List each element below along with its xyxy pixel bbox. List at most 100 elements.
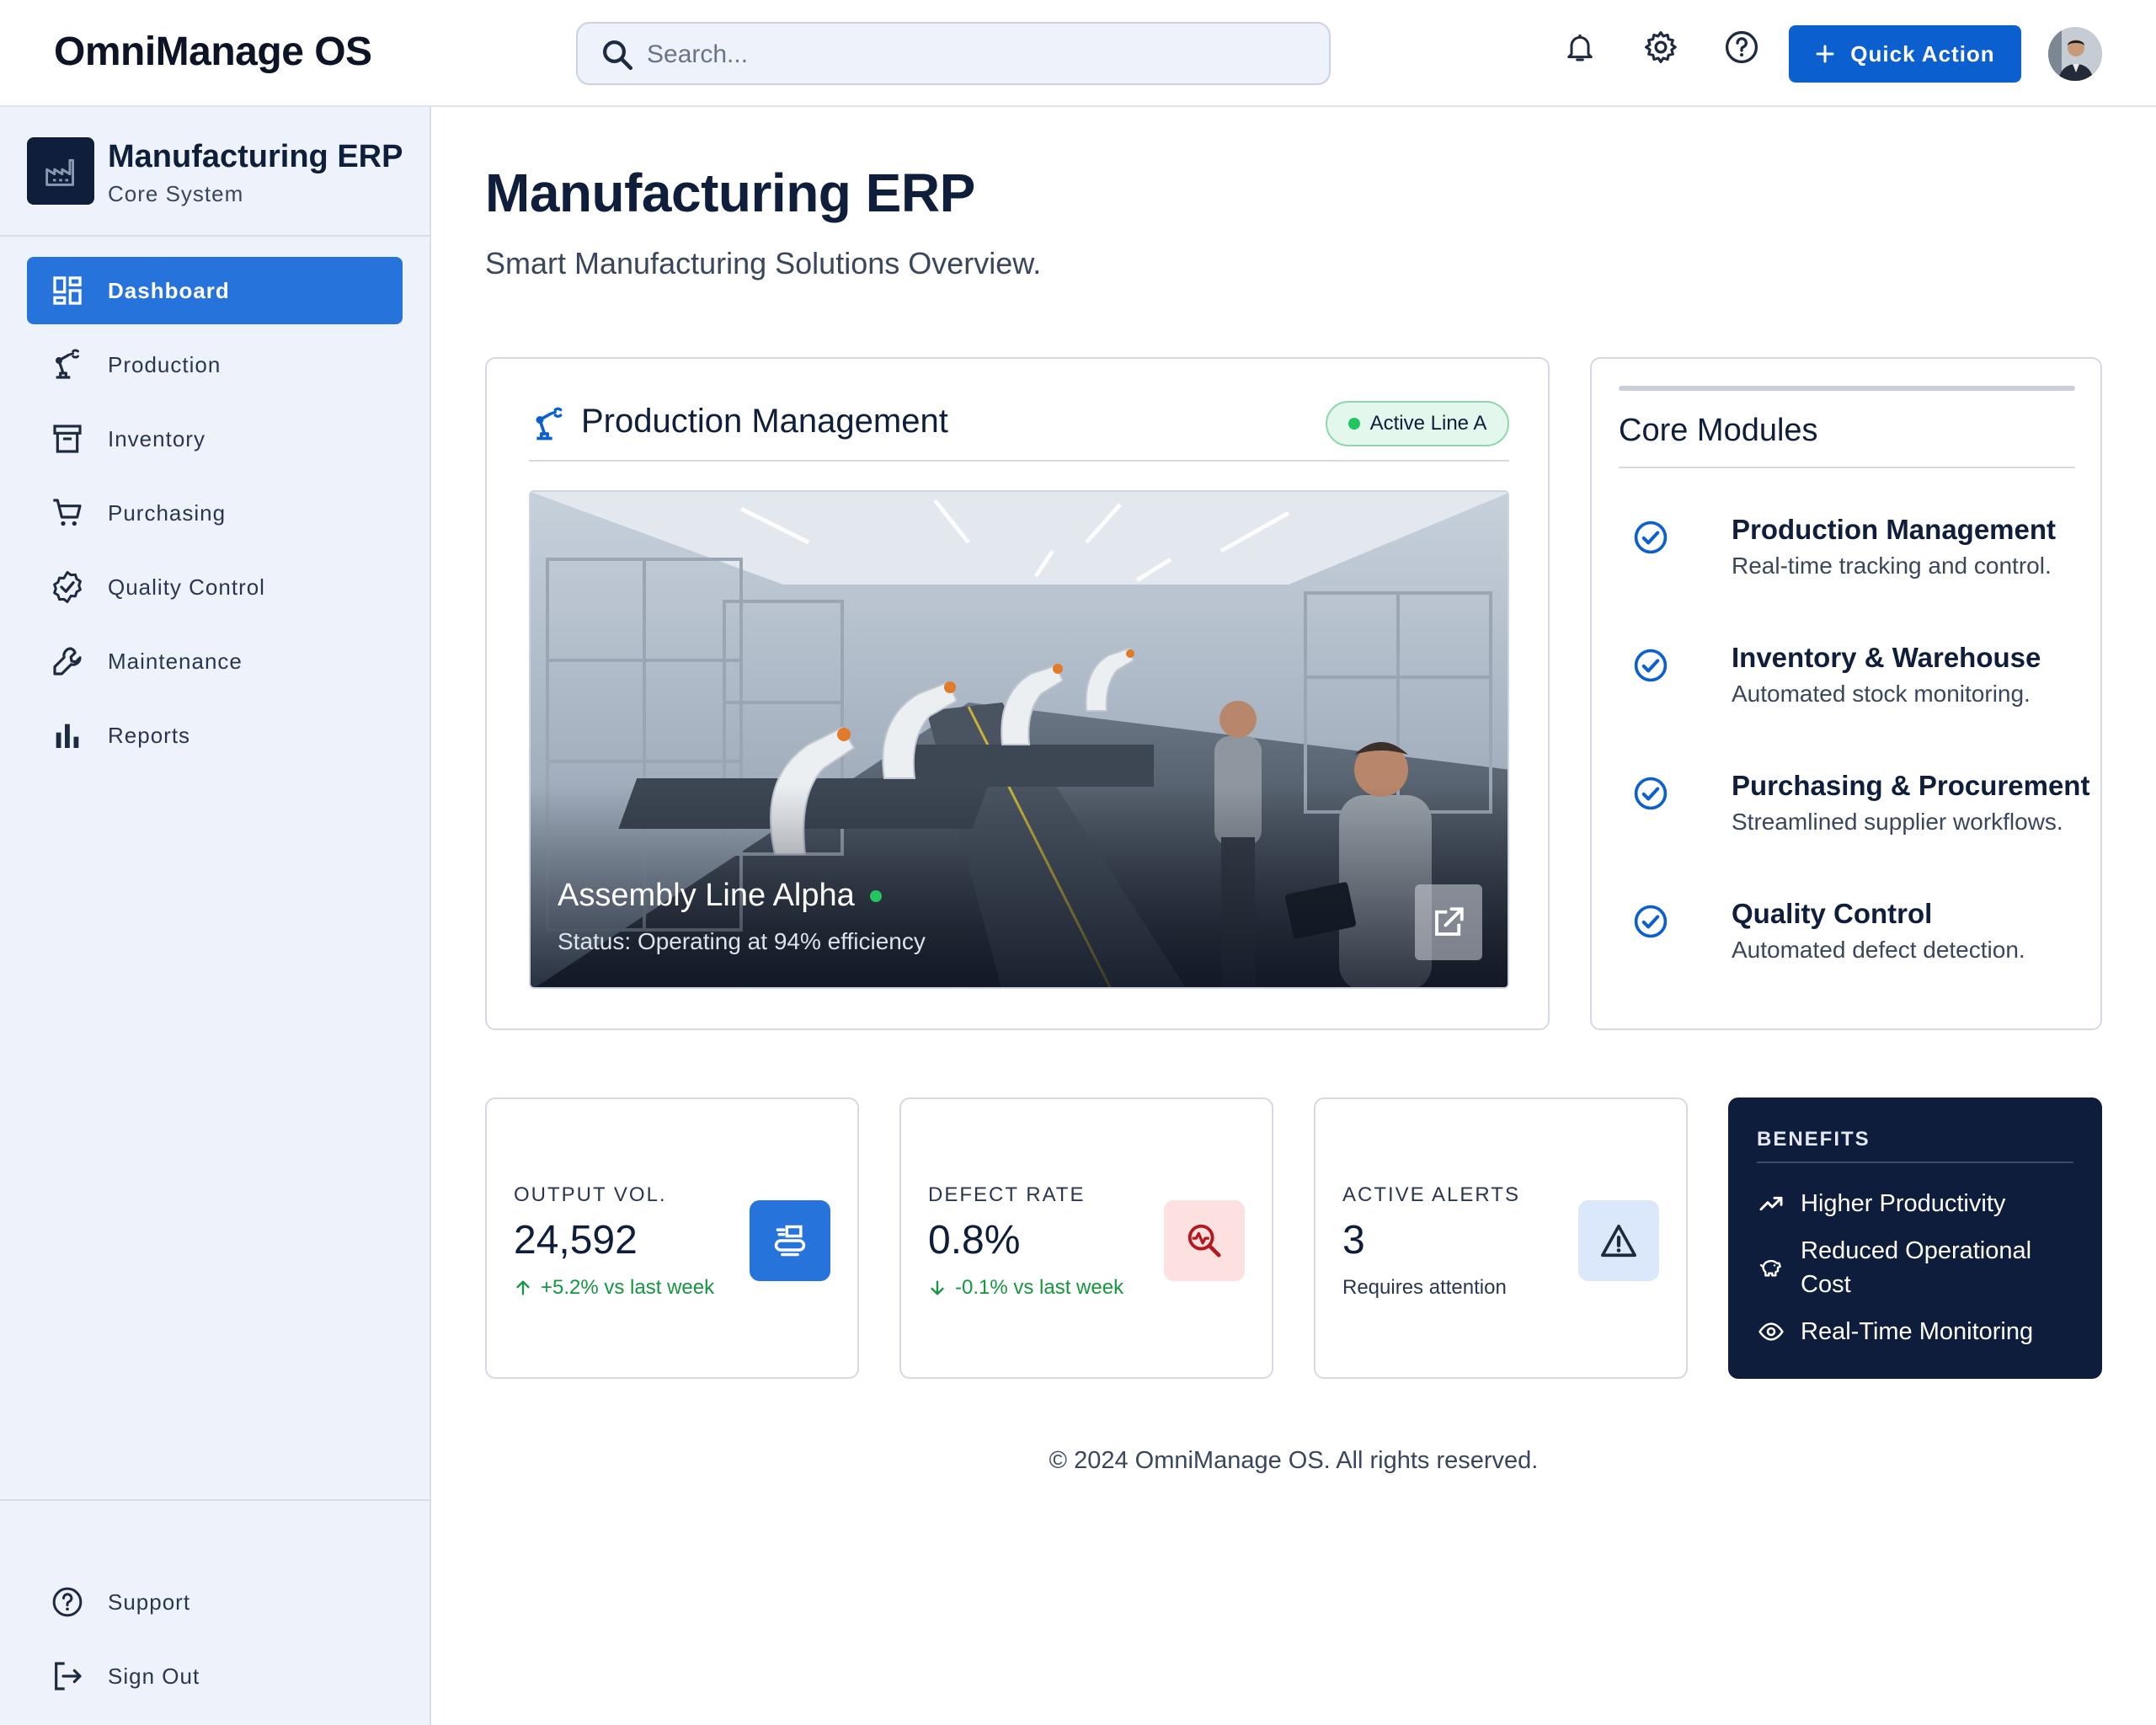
sidebar-header: Manufacturing ERP Core System xyxy=(0,107,430,237)
module-description: Automated stock monitoring. xyxy=(1732,681,2031,707)
factory-icon xyxy=(45,158,74,186)
warning-icon xyxy=(1601,1224,1636,1258)
sidebar-item-production[interactable]: Production xyxy=(27,331,403,398)
sidebar-item-label: Inventory xyxy=(108,425,205,451)
top-bar: OmniManage OS Quick Action xyxy=(0,0,2156,107)
stat-card-active-alerts: ACTIVE ALERTS 3 Requires attention xyxy=(1314,1097,1688,1379)
sidebar-item-label: Production xyxy=(108,351,221,377)
search-input[interactable] xyxy=(647,34,1304,76)
settings-button[interactable] xyxy=(1641,27,1681,67)
module-description: Automated defect detection. xyxy=(1732,937,2025,963)
check-circle-icon xyxy=(1634,649,1668,682)
brand-logo[interactable]: OmniManage OS xyxy=(54,29,372,75)
bell-icon xyxy=(1567,35,1593,61)
verified-badge-icon xyxy=(53,571,82,603)
trending-up-icon xyxy=(1759,1196,1783,1211)
quick-action-button[interactable]: Quick Action xyxy=(1789,25,2021,83)
user-avatar[interactable] xyxy=(2048,27,2102,81)
logout-icon xyxy=(55,1662,82,1690)
stat-label: ACTIVE ALERTS xyxy=(1342,1183,1520,1206)
benefit-label: Reduced Operational Cost xyxy=(1801,1237,2032,1298)
sidebar-item-maintenance[interactable]: Maintenance xyxy=(27,628,403,695)
sidebar-item-label: Purchasing xyxy=(108,499,227,526)
sidebar-item-support[interactable]: Support xyxy=(27,1568,403,1636)
sidebar-item-label: Sign Out xyxy=(108,1663,200,1689)
line-status: Status: Operating at 94% efficiency xyxy=(558,928,926,954)
open-external-button[interactable] xyxy=(1415,884,1482,960)
stat-change: -0.1% vs last week xyxy=(928,1276,1123,1300)
stat-change-text: -0.1% vs last week xyxy=(955,1276,1124,1299)
stat-label: DEFECT RATE xyxy=(928,1183,1086,1206)
arrow-down-icon xyxy=(931,1280,944,1295)
status-badge: Active Line A xyxy=(1326,401,1509,446)
conveyor-icon xyxy=(774,1225,806,1257)
wrench-icon xyxy=(53,647,82,676)
search-pulse-icon xyxy=(1187,1224,1221,1258)
module-description: Streamlined supplier workflows. xyxy=(1732,809,2063,835)
benefit-item: Reduced Operational Cost xyxy=(1757,1234,2077,1301)
module-title: Inventory & Warehouse xyxy=(1732,642,2041,673)
sidebar-item-sign-out[interactable]: Sign Out xyxy=(27,1642,403,1710)
sidebar-item-label: Quality Control xyxy=(108,574,265,600)
check-circle-icon xyxy=(1634,905,1668,938)
help-button[interactable] xyxy=(1721,27,1762,67)
gear-icon xyxy=(1645,31,1677,63)
robot-arm-icon xyxy=(536,407,563,441)
line-status-dot xyxy=(869,889,882,902)
factory-logo xyxy=(27,137,94,205)
search-icon xyxy=(603,40,633,71)
benefits-panel: BENEFITS Higher Productivity Reduced Ope… xyxy=(1728,1097,2102,1379)
module-title: Production Management xyxy=(1732,514,2057,545)
stat-change-text: +5.2% vs last week xyxy=(541,1276,715,1299)
search-box[interactable] xyxy=(576,22,1331,85)
status-dot xyxy=(1348,418,1360,430)
benefit-item: Real-Time Monitoring xyxy=(1757,1315,2033,1348)
footer-copyright: © 2024 OmniManage OS. All rights reserve… xyxy=(1049,1447,1539,1474)
dashboard-icon xyxy=(53,276,82,305)
sidebar-title: Manufacturing ERP xyxy=(108,139,403,174)
cart-icon xyxy=(53,499,82,526)
plus-icon xyxy=(1816,45,1834,63)
page-subtitle: Smart Manufacturing Solutions Overview. xyxy=(485,246,1042,280)
arrow-up-icon xyxy=(516,1280,530,1295)
production-card-title: Production Management xyxy=(581,403,948,440)
assembly-line-image[interactable]: Assembly Line Alpha Status: Operating at… xyxy=(529,490,1509,989)
sidebar-item-purchasing[interactable]: Purchasing xyxy=(27,479,403,547)
sidebar-item-dashboard[interactable]: Dashboard xyxy=(27,257,403,324)
stat-icon-box xyxy=(750,1200,830,1281)
divider xyxy=(529,460,1509,462)
page-title: Manufacturing ERP xyxy=(485,163,975,223)
stat-card-defect-rate: DEFECT RATE 0.8% -0.1% vs last week xyxy=(899,1097,1273,1379)
stat-card-output: OUTPUT VOL. 24,592 +5.2% vs last week xyxy=(485,1097,859,1379)
bar-chart-icon xyxy=(56,724,79,748)
stat-value: 0.8% xyxy=(928,1218,1021,1263)
sidebar-item-reports[interactable]: Reports xyxy=(27,702,403,769)
status-badge-label: Active Line A xyxy=(1369,412,1487,435)
core-modules-card: Core Modules Production Management Real-… xyxy=(1590,357,2102,1030)
stat-change: +5.2% vs last week xyxy=(514,1276,714,1300)
sidebar-item-label: Support xyxy=(108,1589,191,1615)
benefit-label: Real-Time Monitoring xyxy=(1801,1318,2034,1345)
divider xyxy=(1757,1162,2073,1163)
sidebar-item-inventory[interactable]: Inventory xyxy=(27,405,403,473)
help-circle-icon xyxy=(1725,30,1758,64)
benefit-item: Higher Productivity xyxy=(1757,1187,2005,1220)
sidebar-item-label: Maintenance xyxy=(108,648,243,674)
stat-note: Requires attention xyxy=(1342,1276,1507,1299)
benefit-label: Higher Productivity xyxy=(1801,1190,2006,1217)
sidebar-item-quality-control[interactable]: Quality Control xyxy=(27,553,403,621)
module-title: Quality Control xyxy=(1732,898,1933,929)
check-circle-icon xyxy=(1634,777,1668,810)
core-modules-title: Core Modules xyxy=(1619,413,1818,448)
check-circle-icon xyxy=(1634,521,1668,554)
eye-icon xyxy=(1758,1322,1784,1341)
sidebar-item-label: Dashboard xyxy=(108,277,230,303)
divider xyxy=(1619,467,2075,468)
line-name-text: Assembly Line Alpha xyxy=(558,878,855,913)
robot-arm-icon xyxy=(56,349,79,379)
help-circle-icon xyxy=(52,1587,83,1617)
stat-icon-box xyxy=(1164,1200,1245,1281)
notifications-button[interactable] xyxy=(1560,27,1600,67)
open-in-new-icon xyxy=(1435,907,1464,936)
benefits-title: BENEFITS xyxy=(1757,1128,1870,1151)
